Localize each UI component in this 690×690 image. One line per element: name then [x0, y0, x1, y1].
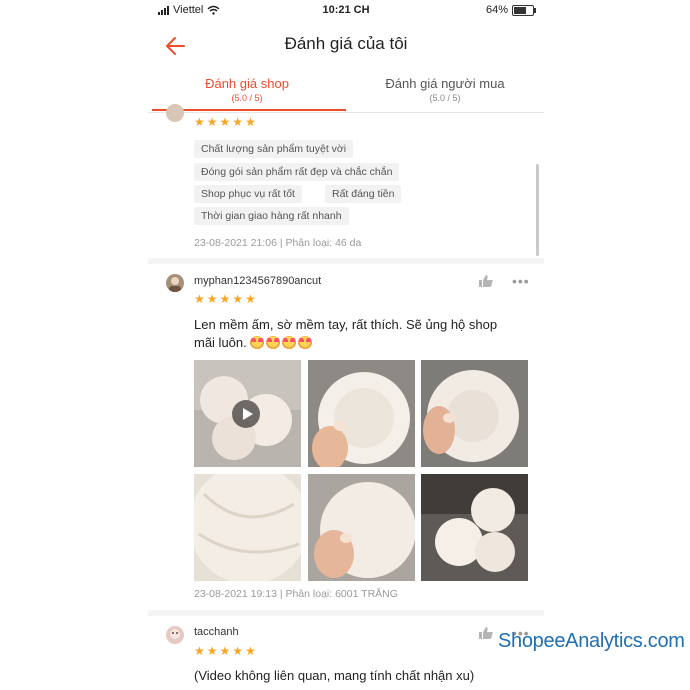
review-tag: Chất lượng sản phẩm tuyệt vời [194, 140, 354, 158]
love-emoji-icon [298, 336, 313, 349]
divider [148, 258, 544, 264]
phone-screen: Viettel 10:21 CH 64% Đánh giá của tôi Đá… [148, 0, 544, 690]
review-tag: Shop phục vụ rất tốt [194, 185, 302, 203]
tab-buyer-reviews-label: Đánh giá người mua [385, 76, 505, 91]
review-text-line: Len mềm ấm, sờ mềm tay, rất thích. Sẽ ủn… [194, 317, 498, 332]
star-icon: ★ [194, 115, 205, 129]
status-bar: Viettel 10:21 CH 64% [148, 0, 544, 22]
battery-percent: 64% [485, 4, 508, 16]
divider [148, 610, 544, 616]
review-text-line: mãi luôn. [194, 335, 247, 350]
star-icon: ★ [219, 644, 231, 658]
play-icon[interactable] [232, 400, 260, 428]
review-tag: Đóng gói sản phẩm rất đẹp và chắc chắn [194, 163, 400, 181]
tab-buyer-reviews[interactable]: Đánh giá người mua (5.0 / 5) [346, 76, 544, 103]
reviewer-username: myphan1234567890ancut [194, 275, 322, 287]
love-emoji-icon [266, 336, 281, 349]
tab-bar: Đánh giá shop (5.0 / 5) Đánh giá người m… [148, 72, 544, 113]
avatar [166, 626, 184, 644]
tab-shop-reviews[interactable]: Đánh giá shop (5.0 / 5) [148, 76, 346, 103]
review-text-line: (Video không liên quan, mang tính chất n… [194, 668, 475, 683]
love-emoji-icon [282, 336, 297, 349]
star-icon: ★ [206, 292, 218, 306]
avatar [166, 104, 184, 122]
tab-shop-reviews-label: Đánh giá shop [205, 76, 289, 91]
star-icon: ★ [219, 115, 231, 129]
star-icon: ★ [232, 644, 244, 658]
star-icon: ★ [194, 644, 205, 658]
review-photo[interactable] [194, 474, 301, 581]
star-icon: ★ [206, 644, 218, 658]
review-video-thumbnail[interactable] [194, 360, 301, 467]
review-meta: 23-08-2021 21:06 | Phân loại: 46 da [194, 237, 362, 249]
star-icon: ★ [206, 115, 218, 129]
star-icon: ★ [232, 292, 244, 306]
rating-stars: ★ ★ ★ ★ ★ [194, 116, 256, 128]
star-icon: ★ [219, 292, 231, 306]
avatar [166, 274, 184, 292]
review-text: (Video không liên quan, mang tính chất n… [194, 667, 474, 685]
star-icon: ★ [232, 115, 244, 129]
thumbs-up-icon[interactable] [478, 274, 494, 288]
star-icon: ★ [245, 115, 256, 129]
review-text: Len mềm ấm, sờ mềm tay, rất thích. Sẽ ủn… [194, 316, 497, 352]
scrollbar[interactable] [536, 164, 539, 256]
page-title: Đánh giá của tôi [284, 34, 408, 53]
rating-stars: ★ ★ ★ ★ ★ [194, 293, 256, 305]
rating-stars: ★ ★ ★ ★ ★ [194, 645, 256, 657]
review-photo[interactable] [308, 360, 415, 467]
review-photo[interactable] [421, 360, 528, 467]
watermark-text: ShopeeAnalytics.com [498, 630, 685, 652]
star-icon: ★ [245, 292, 256, 306]
tab-shop-reviews-rating: (5.0 / 5) [231, 93, 263, 103]
reviewer-username: tacchanh [194, 626, 239, 638]
review-photo[interactable] [421, 474, 528, 581]
review-tag: Rất đáng tiền [325, 185, 402, 203]
page-header: Đánh giá của tôi [148, 24, 544, 68]
review-meta: 23-08-2021 19:13 | Phân loại: 6001 TRẮNG [194, 588, 398, 600]
star-icon: ★ [194, 292, 205, 306]
battery-info: 64% [485, 4, 536, 16]
review-tag: Thời gian giao hàng rất nhanh [194, 207, 349, 225]
more-options-icon[interactable]: ••• [512, 274, 530, 288]
clock: 10:21 CH [322, 4, 370, 16]
star-icon: ★ [245, 644, 256, 658]
love-emoji-icon [250, 336, 265, 349]
thumbs-up-icon[interactable] [478, 626, 494, 640]
review-text-line-2: mãi luôn. [194, 334, 497, 352]
review-photo[interactable] [308, 474, 415, 581]
battery-icon [512, 4, 536, 16]
tab-buyer-reviews-rating: (5.0 / 5) [429, 93, 461, 103]
